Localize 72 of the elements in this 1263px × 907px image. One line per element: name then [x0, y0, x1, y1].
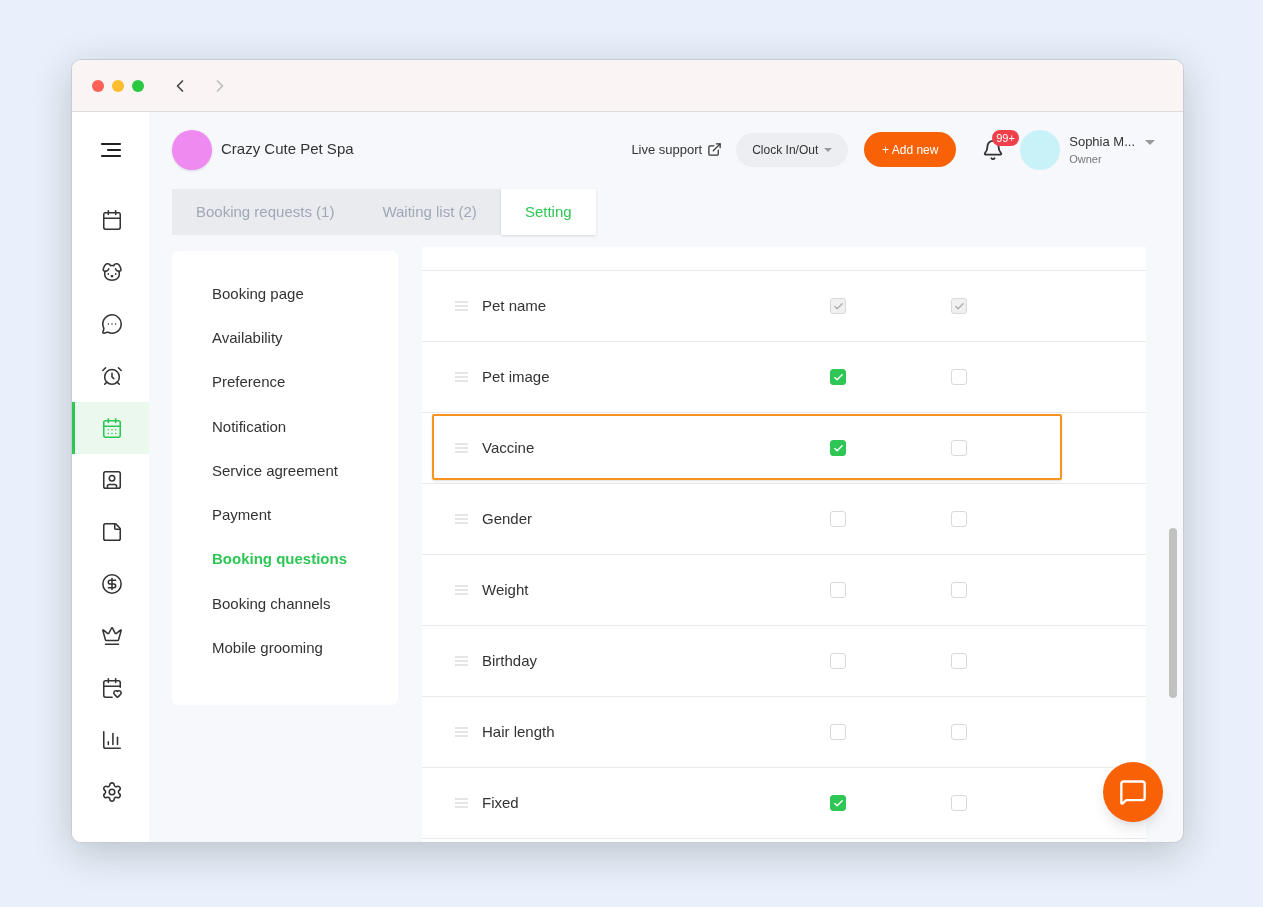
caret-icon — [824, 147, 833, 152]
calendar-icon — [101, 209, 123, 231]
question-label: Pet image — [482, 366, 551, 387]
settings-menu-item[interactable]: Availability — [212, 323, 398, 368]
checkbox[interactable] — [830, 795, 846, 811]
close-button[interactable] — [92, 79, 104, 92]
user-name: Sophia M... — [1069, 132, 1135, 151]
question-label: Birthday — [482, 650, 539, 671]
checkbox[interactable] — [830, 582, 846, 598]
check-icon — [832, 797, 844, 809]
id-badge-icon — [101, 469, 123, 491]
checkbox[interactable] — [830, 724, 846, 740]
drag-handle-icon[interactable] — [455, 443, 468, 453]
question-label: Hair length — [482, 721, 556, 742]
checkbox[interactable] — [830, 440, 846, 456]
checkbox[interactable] — [951, 724, 967, 740]
heart-calendar-icon — [101, 677, 123, 699]
alarm-clock-icon — [101, 365, 123, 387]
settings-menu-item[interactable]: Preference — [212, 367, 398, 412]
checkbox[interactable] — [951, 369, 967, 385]
menu-icon[interactable] — [99, 142, 122, 158]
user-role: Owner — [1069, 152, 1103, 167]
check-icon — [832, 300, 844, 312]
settings-icon — [101, 781, 123, 803]
settings-menu-item[interactable]: Booking channels — [212, 588, 398, 633]
chat-icon — [1119, 778, 1147, 806]
business-logo — [172, 129, 212, 170]
crown-icon — [101, 625, 123, 647]
check-icon — [953, 300, 965, 312]
checkbox[interactable] — [951, 511, 967, 527]
drag-handle-icon[interactable] — [455, 727, 468, 737]
settings-menu-item[interactable]: Payment — [212, 500, 398, 545]
checkbox[interactable] — [951, 440, 967, 456]
chat-bubble-icon — [101, 313, 123, 335]
check-icon — [832, 442, 844, 454]
settings-menu-item[interactable]: Mobile grooming — [212, 632, 398, 677]
calendar-icon — [101, 417, 123, 439]
drag-handle-icon[interactable] — [455, 301, 468, 311]
notification-count: 99+ — [992, 129, 1019, 146]
question-label: Fixed — [482, 792, 520, 813]
question-label: Gender — [482, 508, 534, 529]
note-icon — [101, 521, 123, 543]
business-name: Crazy Cute Pet Spa — [221, 139, 354, 160]
checkbox[interactable] — [830, 369, 846, 385]
checkbox[interactable] — [830, 511, 846, 527]
dog-icon — [101, 261, 123, 283]
question-label: Pet name — [482, 295, 548, 316]
checkbox[interactable] — [951, 582, 967, 598]
drag-handle-icon[interactable] — [455, 372, 468, 382]
drag-handle-icon[interactable] — [455, 514, 468, 524]
settings-menu-item[interactable]: Notification — [212, 411, 398, 456]
bar-chart-icon — [101, 729, 123, 751]
drag-handle-icon[interactable] — [455, 585, 468, 595]
settings-menu-item[interactable]: Booking page — [212, 279, 398, 324]
checkbox[interactable] — [830, 653, 846, 669]
caret-icon[interactable] — [1145, 140, 1155, 145]
checkbox[interactable] — [951, 653, 967, 669]
checkbox[interactable] — [951, 795, 967, 811]
external-link-icon — [707, 142, 723, 157]
check-icon — [832, 371, 844, 383]
drag-handle-icon[interactable] — [455, 798, 468, 808]
question-label: Vaccine — [482, 437, 536, 458]
user-avatar[interactable] — [1020, 129, 1061, 170]
clock-in-out-button[interactable]: Clock In/Out — [736, 132, 849, 167]
dollar-icon — [101, 573, 123, 595]
live-support-link[interactable]: Live support — [631, 139, 723, 160]
drag-handle-icon[interactable] — [455, 656, 468, 666]
settings-menu-item[interactable]: Service agreement — [212, 455, 398, 501]
scrollbar[interactable] — [1169, 528, 1177, 698]
minimize-button[interactable] — [112, 79, 124, 92]
question-label: Weight — [482, 579, 530, 600]
zoom-button[interactable] — [132, 79, 144, 92]
